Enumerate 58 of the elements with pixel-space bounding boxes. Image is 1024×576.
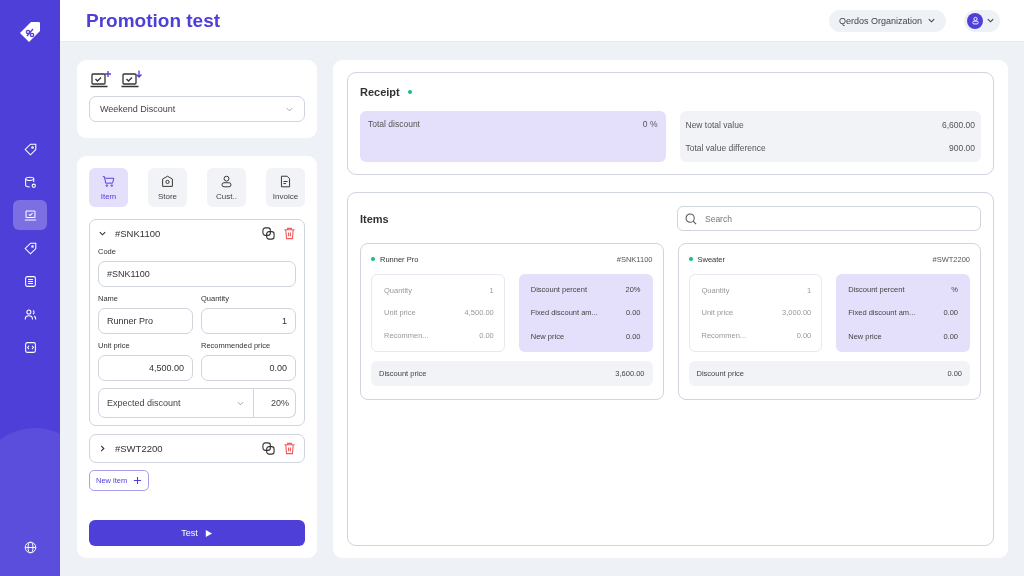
avatar-icon: [967, 12, 983, 29]
condition-tab[interactable]: Item: [89, 168, 128, 207]
store-icon: [161, 174, 174, 188]
test-button[interactable]: Test: [89, 520, 305, 546]
page-title: Promotion test: [86, 9, 221, 32]
plus-icon: [133, 476, 143, 485]
search-icon: [685, 212, 697, 225]
laptop-download-icon[interactable]: [121, 70, 143, 90]
user-menu[interactable]: [964, 9, 1000, 32]
status-dot: [371, 257, 375, 261]
play-icon: [203, 528, 213, 538]
metric-label: Total discount: [368, 119, 420, 131]
item-code: #SNK1100: [115, 228, 161, 239]
chevron-down-icon[interactable]: [98, 229, 107, 238]
unit-price-field[interactable]: 4,500.00: [98, 355, 193, 381]
trash-icon[interactable]: [283, 227, 296, 240]
cart-icon: [102, 174, 115, 188]
name-field[interactable]: Runner Pro: [98, 308, 193, 334]
quantity-field[interactable]: 1: [201, 308, 296, 334]
condition-tab[interactable]: Store: [148, 168, 187, 207]
status-dot: [688, 257, 693, 261]
copy-icon[interactable]: [262, 442, 275, 455]
metric-value: 6,600.00: [941, 119, 975, 130]
code-icon: [23, 340, 37, 354]
laptop-icon: [23, 208, 37, 222]
globe-icon[interactable]: [23, 541, 37, 554]
chevron-down-icon: [927, 16, 936, 25]
code-field[interactable]: #SNK1100: [98, 261, 296, 287]
metric-label: New total value: [685, 119, 744, 130]
tag-icon: [23, 241, 37, 255]
users-icon: [23, 307, 37, 321]
list-icon: [23, 274, 37, 288]
organization-dropdown[interactable]: Qerdos Organization: [828, 9, 946, 32]
laptop-add-icon[interactable]: [90, 70, 112, 90]
condition-tab[interactable]: Cust..: [207, 168, 246, 207]
tag-icon: [23, 142, 37, 156]
condition-tab[interactable]: Invoice: [266, 168, 305, 207]
document-icon: [279, 174, 292, 188]
database-icon: [23, 175, 37, 189]
metric-value: 0 %: [642, 119, 658, 131]
person-icon: [220, 174, 233, 188]
chevron-right-icon[interactable]: [98, 444, 107, 453]
copy-icon[interactable]: [262, 227, 275, 240]
section-title: Items: [360, 212, 389, 225]
chevron-down-icon: [986, 16, 995, 25]
nav-button[interactable]: [13, 200, 47, 230]
search-field[interactable]: Search: [677, 206, 981, 231]
tag-logo-icon: [18, 20, 42, 44]
trash-icon[interactable]: [283, 442, 296, 455]
promotion-select[interactable]: Weekend Discount: [89, 96, 305, 122]
discount-type-select[interactable]: Expected discount: [98, 388, 254, 418]
recommended-price-field[interactable]: 0.00: [201, 355, 296, 381]
item-code: #SWT2200: [115, 443, 163, 454]
metric-label: Total value difference: [685, 143, 766, 154]
section-title: Receipt: [360, 86, 400, 98]
metric-value: 900.00: [949, 143, 975, 154]
discount-value-field[interactable]: 20%: [254, 388, 296, 418]
status-dot: [407, 90, 412, 94]
